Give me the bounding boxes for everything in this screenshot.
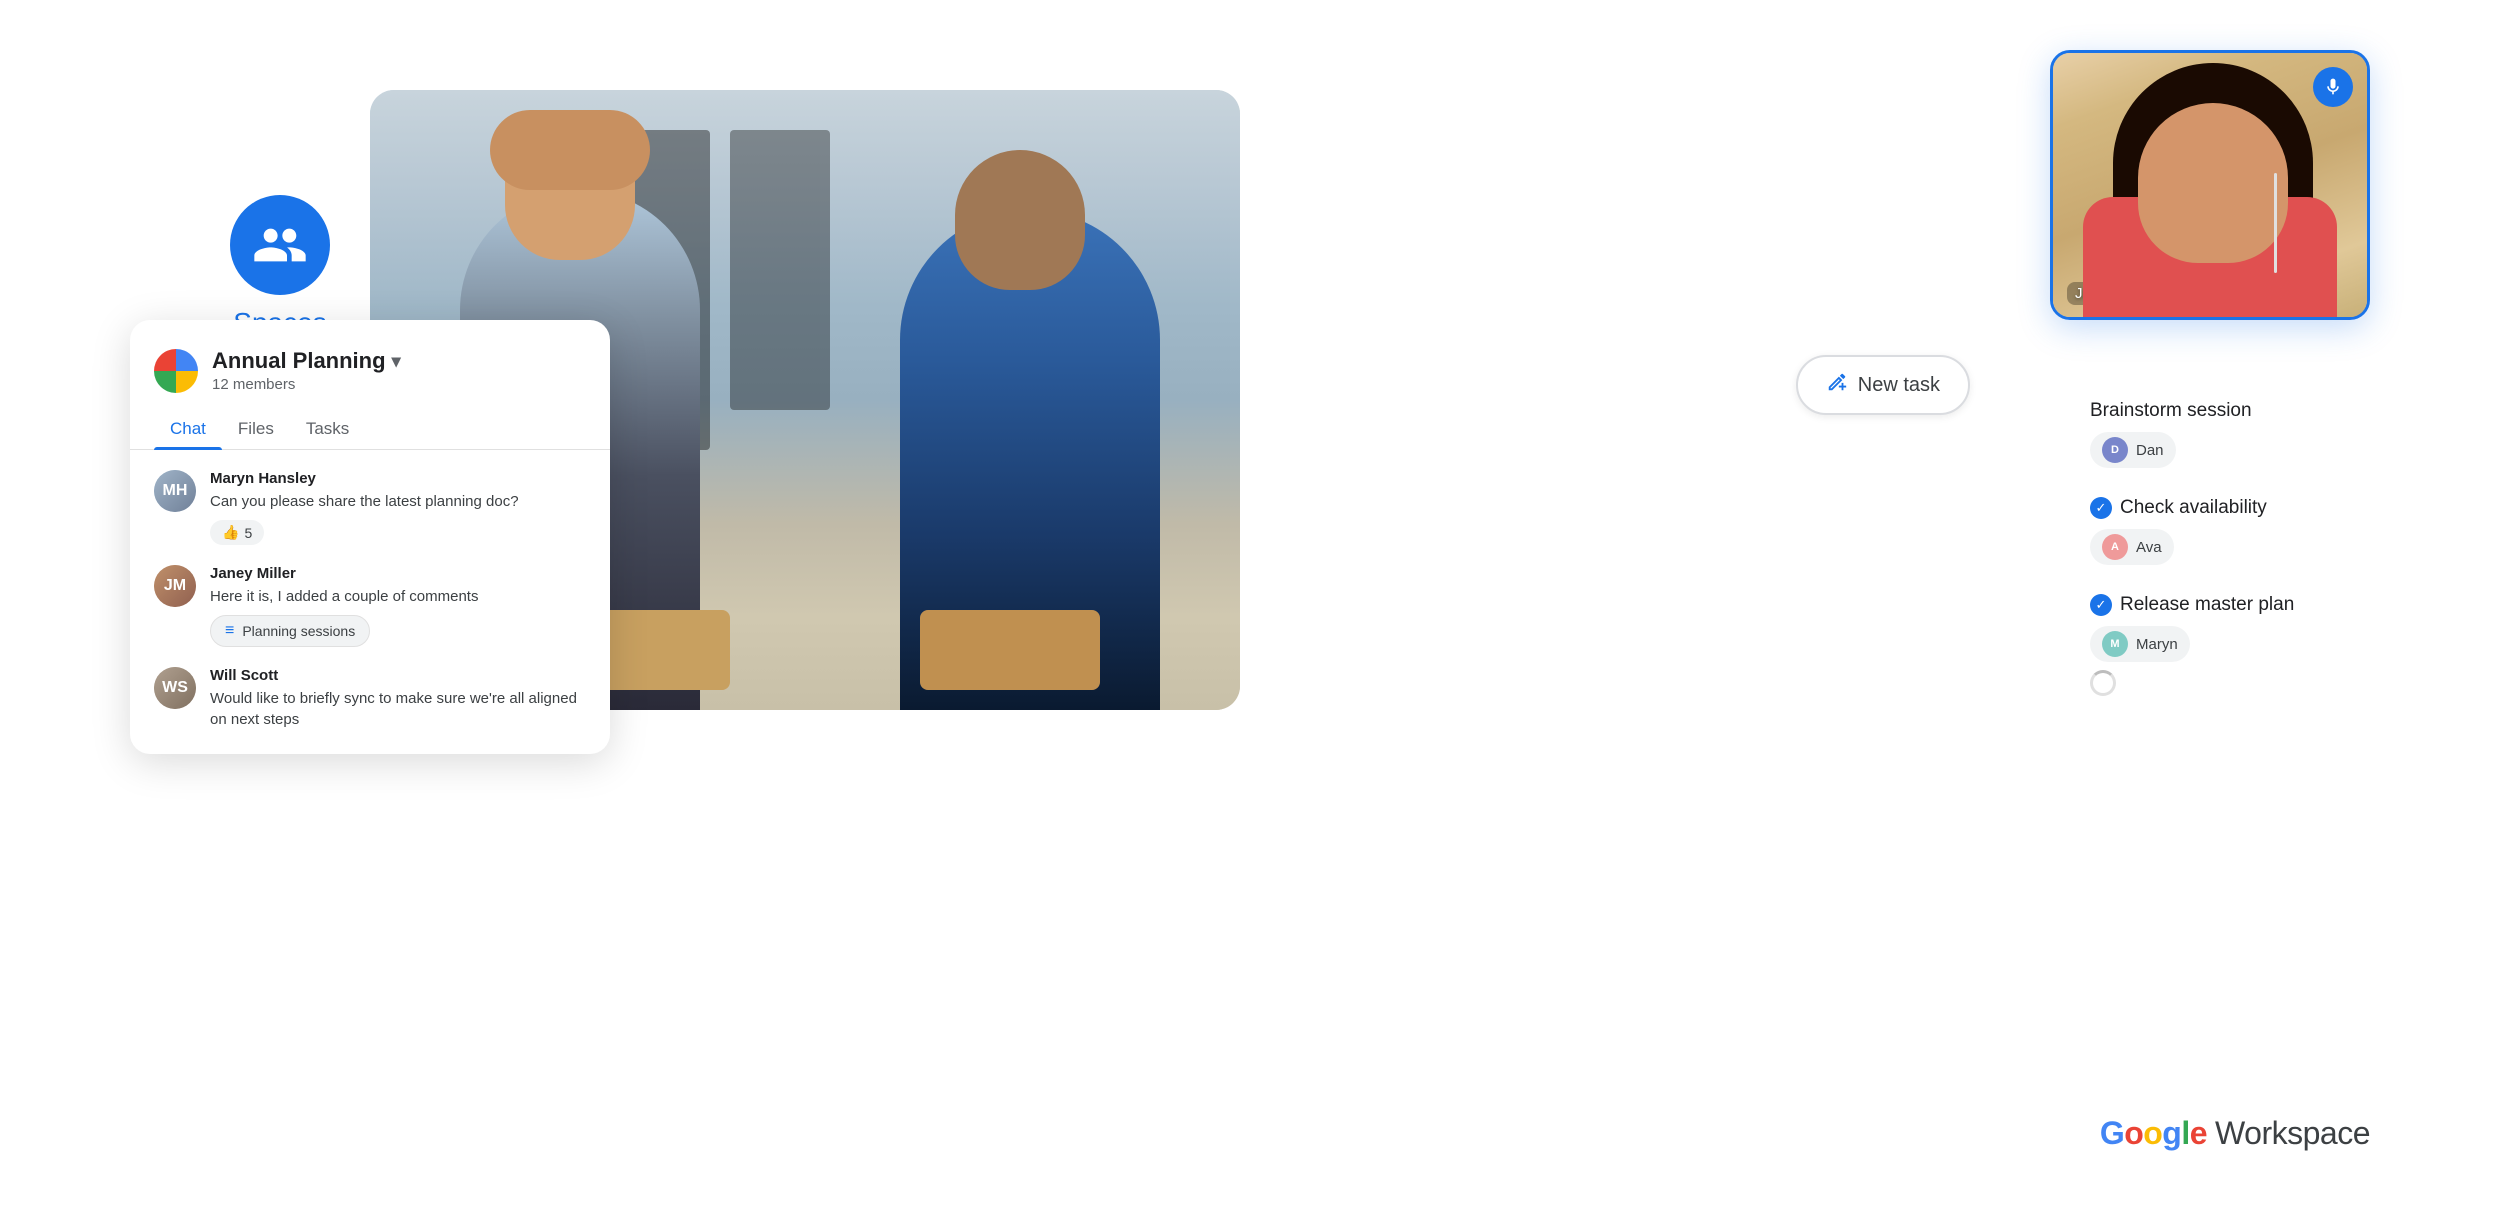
task-assignee-1[interactable]: D Dan: [2090, 432, 2176, 468]
message-content-1: Maryn Hansley Can you please share the l…: [210, 470, 586, 545]
video-bg: Janey Miller: [2053, 53, 2367, 317]
message-sender-1: Maryn Hansley: [210, 470, 586, 487]
chat-panel: Annual Planning ▾ 12 members Chat Files …: [130, 320, 610, 754]
message-content-2: Janey Miller Here it is, I added a coupl…: [210, 565, 586, 647]
avatar-ava: A: [2102, 534, 2128, 560]
google-o2: o: [2143, 1115, 2162, 1151]
task-item-2: ✓ Check availability A Ava: [2090, 496, 2370, 565]
reaction-count: 5: [244, 525, 252, 541]
assignee-name-ava: Ava: [2136, 539, 2162, 556]
message-item-3: WS Will Scott Would like to briefly sync…: [154, 667, 586, 730]
messages-list: MH Maryn Hansley Can you please share th…: [130, 470, 610, 730]
google-text: Google: [2100, 1115, 2207, 1152]
task-add-icon: [1826, 371, 1848, 393]
avatar-dan: D: [2102, 437, 2128, 463]
message-sender-2: Janey Miller: [210, 565, 586, 582]
chevron-down-icon: ▾: [392, 351, 401, 372]
avatar-will: WS: [154, 667, 196, 709]
spaces-icon: [252, 217, 308, 273]
google-g: G: [2100, 1115, 2124, 1151]
file-chip-icon: ≡: [225, 622, 234, 640]
task-spinner: [2090, 670, 2116, 696]
message-text-1: Can you please share the latest planning…: [210, 491, 586, 512]
google-o1: o: [2124, 1115, 2143, 1151]
message-text-2: Here it is, I added a couple of comments: [210, 586, 586, 607]
avatar-image-will: WS: [154, 667, 196, 709]
avatar-maryn: MH: [154, 470, 196, 512]
task-assignee-3[interactable]: M Maryn: [2090, 626, 2190, 662]
spaces-section: Spaces: [230, 195, 330, 339]
chat-logo: [154, 349, 198, 393]
google-e: e: [2190, 1115, 2207, 1151]
reaction-emoji: 👍: [222, 524, 239, 541]
avatar-image: MH: [154, 470, 196, 512]
file-chip-label: Planning sessions: [242, 623, 355, 639]
message-content-3: Will Scott Would like to briefly sync to…: [210, 667, 586, 730]
task-title-2: ✓ Check availability: [2090, 496, 2370, 519]
assignee-name-dan: Dan: [2136, 442, 2164, 459]
spaces-icon-circle[interactable]: [230, 195, 330, 295]
message-item: MH Maryn Hansley Can you please share th…: [154, 470, 586, 545]
new-task-button[interactable]: New task: [1796, 355, 1970, 415]
message-item-2: JM Janey Miller Here it is, I added a co…: [154, 565, 586, 647]
video-panel: Janey Miller: [2050, 50, 2370, 320]
google-l: l: [2181, 1115, 2189, 1151]
new-task-icon: [1826, 371, 1848, 399]
avatar-image-janey: JM: [154, 565, 196, 607]
chat-tabs: Chat Files Tasks: [130, 409, 610, 450]
new-task-label: New task: [1858, 374, 1940, 397]
tab-tasks[interactable]: Tasks: [290, 409, 365, 449]
file-chip[interactable]: ≡ Planning sessions: [210, 615, 370, 647]
avatar-maryn-task: M: [2102, 631, 2128, 657]
message-text-3: Would like to briefly sync to make sure …: [210, 688, 586, 730]
task-item-3: ✓ Release master plan M Maryn: [2090, 593, 2370, 696]
task-item-1: Brainstorm session D Dan: [2090, 400, 2370, 468]
tasks-section: Brainstorm session D Dan ✓ Check availab…: [2090, 400, 2370, 724]
google-workspace-logo: Google Workspace: [2100, 1115, 2370, 1152]
assignee-name-maryn: Maryn: [2136, 636, 2178, 653]
task-title-1: Brainstorm session: [2090, 400, 2370, 422]
workspace-text: Workspace: [2215, 1115, 2370, 1152]
reaction-badge[interactable]: 👍 5: [210, 520, 264, 545]
tab-chat[interactable]: Chat: [154, 409, 222, 449]
chat-members: 12 members: [212, 376, 401, 393]
video-mic-icon: [2313, 67, 2353, 107]
mic-svg: [2323, 77, 2343, 97]
tab-files[interactable]: Files: [222, 409, 290, 449]
message-sender-3: Will Scott: [210, 667, 586, 684]
task-check-3: ✓: [2090, 594, 2112, 616]
chat-title[interactable]: Annual Planning ▾: [212, 348, 401, 374]
chat-header: Annual Planning ▾ 12 members: [130, 348, 610, 409]
chat-title-text: Annual Planning: [212, 348, 386, 374]
chat-title-area: Annual Planning ▾ 12 members: [212, 348, 401, 393]
avatar-janey: JM: [154, 565, 196, 607]
google-g2: g: [2162, 1115, 2181, 1151]
task-title-3: ✓ Release master plan: [2090, 593, 2370, 616]
task-assignee-2[interactable]: A Ava: [2090, 529, 2174, 565]
task-check-2: ✓: [2090, 497, 2112, 519]
